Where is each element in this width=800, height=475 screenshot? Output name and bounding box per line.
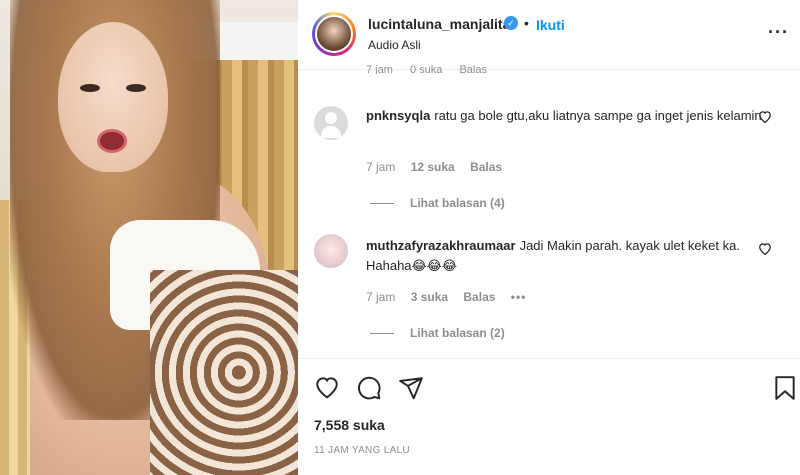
comment-time: 7 jam bbox=[366, 160, 396, 174]
post-timestamp: 11 JAM YANG LALU bbox=[314, 445, 410, 456]
comment-like-heart-outline-icon[interactable] bbox=[758, 242, 772, 258]
share-paper-plane-icon[interactable] bbox=[398, 375, 424, 401]
view-replies-label: Lihat balasan (2) bbox=[410, 326, 505, 340]
comment-meta: 7 jam 3 suka Balas ••• bbox=[366, 290, 538, 304]
follow-button[interactable]: Ikuti bbox=[536, 17, 565, 33]
previous-comment-reply[interactable]: Balas bbox=[459, 64, 487, 74]
post-side-panel: lucintaluna_manjalita ✓ • Ikuti Audio As… bbox=[298, 0, 800, 475]
post-actions-section: 7,558 suka 11 JAM YANG LALU bbox=[298, 358, 800, 475]
likes-count[interactable]: 7,558 suka bbox=[314, 417, 385, 433]
comment-likes[interactable]: 3 suka bbox=[411, 290, 448, 304]
replies-divider-line bbox=[370, 203, 394, 205]
commenter-username[interactable]: muthzafyrazakhraumaar bbox=[366, 238, 516, 253]
replies-divider-line bbox=[370, 333, 394, 335]
comment-text: muthzafyrazakhraumaar Jadi Makin parah. k… bbox=[366, 236, 766, 276]
view-replies-label: Lihat balasan (4) bbox=[410, 196, 505, 210]
comment-time: 7 jam bbox=[366, 290, 396, 304]
save-bookmark-icon[interactable] bbox=[774, 375, 800, 401]
post-header: lucintaluna_manjalita ✓ • Ikuti Audio As… bbox=[298, 0, 800, 70]
media-eye-right bbox=[126, 84, 146, 92]
comment-meta: 7 jam 12 suka Balas bbox=[366, 160, 514, 174]
author-avatar-image bbox=[315, 15, 353, 53]
previous-comment-likes[interactable]: 0 suka bbox=[410, 64, 442, 74]
media-person-pants bbox=[150, 270, 298, 475]
media-mouth bbox=[100, 132, 124, 150]
previous-comment-meta: 7 jam 0 suka Balas bbox=[366, 64, 501, 74]
author-username[interactable]: lucintaluna_manjalita bbox=[368, 16, 510, 32]
comment-body: ratu ga bole gtu,aku liatnya sampe ga in… bbox=[434, 108, 762, 123]
comment-like-heart-outline-icon[interactable] bbox=[758, 110, 772, 126]
comment-reply-button[interactable]: Balas bbox=[470, 160, 502, 174]
comment-reply-button[interactable]: Balas bbox=[463, 290, 495, 304]
audio-link[interactable]: Audio Asli bbox=[368, 38, 421, 52]
media-person-face bbox=[58, 22, 168, 172]
post-media[interactable] bbox=[0, 0, 298, 475]
previous-comment-time: 7 jam bbox=[366, 64, 393, 74]
comment-text: pnknsyqla ratu ga bole gtu,aku liatnya sa… bbox=[366, 106, 766, 126]
verified-badge-icon: ✓ bbox=[504, 16, 518, 30]
view-replies-button[interactable]: Lihat balasan (2) bbox=[370, 326, 505, 340]
more-options-button[interactable]: ··· bbox=[768, 22, 789, 43]
like-heart-icon[interactable] bbox=[314, 375, 340, 401]
comment-likes[interactable]: 12 suka bbox=[411, 160, 455, 174]
view-replies-button[interactable]: Lihat balasan (4) bbox=[370, 196, 505, 210]
commenter-username[interactable]: pnknsyqla bbox=[366, 108, 430, 123]
comment-more-horizontal-icon[interactable]: ••• bbox=[511, 290, 527, 304]
commenter-avatar[interactable] bbox=[314, 234, 348, 268]
header-separator: • bbox=[524, 15, 529, 31]
author-avatar[interactable] bbox=[312, 12, 356, 56]
media-eye-left bbox=[80, 84, 100, 92]
commenter-avatar[interactable] bbox=[314, 106, 348, 140]
comment-icon[interactable] bbox=[356, 375, 382, 401]
